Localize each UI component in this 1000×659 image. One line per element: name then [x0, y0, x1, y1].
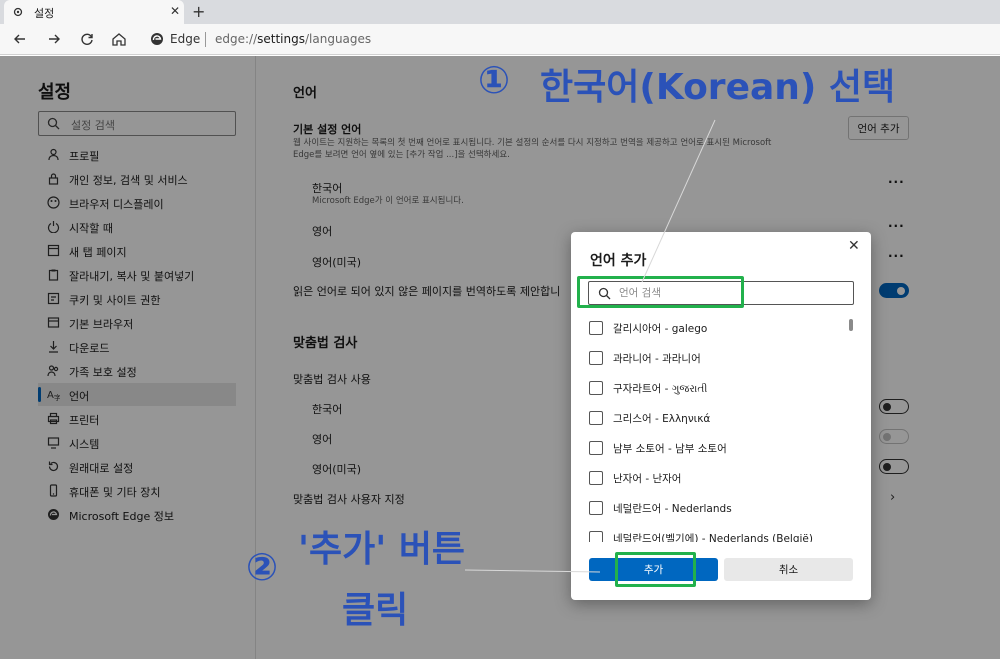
- annotation-step2-number: ②: [246, 545, 279, 589]
- annotation-arrow-2: [464, 569, 601, 573]
- annotation-step1-text: 한국어(Korean) 선택: [540, 67, 896, 108]
- annotation-arrow-1: [641, 119, 716, 283]
- annotation-step1-number: ①: [478, 58, 511, 102]
- annotation-step2-text: '추가' 버튼: [298, 529, 466, 570]
- annotation-step2-text-2: 클릭: [342, 590, 409, 631]
